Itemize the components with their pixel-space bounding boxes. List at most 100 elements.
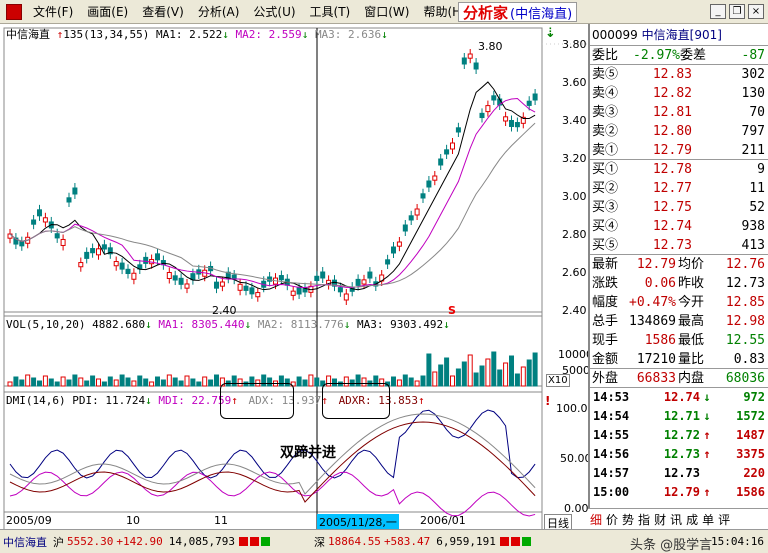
status-stock[interactable]: 中信海直 — [0, 534, 50, 550]
ma3-line — [9, 122, 536, 288]
candle-body — [166, 272, 172, 280]
stat-label: 今开 — [678, 295, 705, 310]
tick-volume: 220 — [743, 466, 765, 480]
volume-bar — [196, 381, 202, 387]
menu-file[interactable]: 文件(F) — [26, 1, 80, 23]
candle-body — [54, 233, 60, 239]
buy-price: 12.77 — [652, 181, 692, 196]
tab-trend[interactable]: 势 — [620, 511, 636, 528]
sz-volume: 6,959,191 — [436, 535, 496, 548]
volume-bar — [485, 358, 491, 387]
tab-finance[interactable]: 财 — [652, 511, 668, 528]
buy-label: 买③ — [592, 200, 619, 215]
menu-tools[interactable]: 工具(T) — [303, 1, 358, 23]
volume-bar — [184, 375, 190, 387]
stat-value: 12.55 — [725, 333, 765, 348]
vol-title: VOL(5,10,20) — [6, 318, 86, 331]
sz-change: +583.47 — [383, 535, 431, 548]
stat-value: 0.06 — [644, 276, 676, 291]
stat-row: 外盘 66833 内盘 68036 — [590, 369, 768, 388]
stat-row: 最新 12.79 均价 12.76 — [590, 255, 768, 274]
volume-bar — [214, 374, 219, 387]
buy-row: 买④ 12.74 938 — [590, 217, 768, 236]
candle-body — [391, 246, 396, 254]
candle-body — [278, 275, 284, 281]
candle-body — [249, 287, 255, 295]
candle-body — [131, 272, 137, 280]
vol-ma3: MA3: 9303.492 — [357, 318, 444, 331]
menu-formula[interactable]: 公式(U) — [246, 1, 302, 23]
high-price-label: 3.80 — [478, 40, 503, 53]
candle-body — [455, 127, 461, 133]
candle-body — [467, 53, 473, 59]
sz-index: 18864.55 — [327, 535, 381, 548]
download-icon[interactable]: ⇣ — [545, 26, 556, 41]
candle-body — [396, 241, 402, 247]
tick-list: 14:53 12.74 ↓ 972 14:54 12.71 ↓ 1572 14:55 12.7… — [590, 388, 768, 502]
sell-price: 12.82 — [652, 86, 692, 101]
buy-volume: 52 — [749, 200, 765, 215]
sell-volume: 302 — [741, 67, 765, 82]
volume-bar — [467, 354, 473, 387]
highlight-box-adx — [220, 383, 294, 419]
candle-body — [60, 238, 66, 246]
volume-bar — [60, 376, 66, 387]
volume-bar — [402, 374, 408, 387]
cursor-date-label: 2005/11/28,一 — [317, 514, 399, 530]
tick-price: 12.79 — [663, 485, 700, 499]
mdi-line — [9, 471, 536, 517]
candle-body — [432, 175, 438, 181]
brand-banner: 分析家 (中信海直) — [458, 2, 578, 22]
volume-bar — [302, 379, 308, 387]
tab-price[interactable]: 价 — [604, 511, 620, 528]
menu-screen[interactable]: 画面(E) — [80, 1, 135, 23]
tab-detail[interactable]: 细 — [588, 511, 604, 528]
volume-bar — [101, 381, 107, 387]
status-indicator — [499, 537, 509, 546]
vol-unit: X10 — [546, 374, 570, 387]
tick-row: 14:53 12.74 ↓ 972 — [590, 388, 768, 407]
sell-volume: 211 — [741, 143, 765, 158]
volume-bar — [7, 381, 13, 387]
tick-row: 15:00 12.79 ↑ 1586 — [590, 483, 768, 502]
minimize-button[interactable]: _ — [710, 4, 726, 19]
stat-label: 昨收 — [678, 276, 705, 291]
stat-label: 金额 — [592, 352, 619, 367]
tick-volume: 3375 — [736, 447, 765, 461]
candle-body — [178, 277, 184, 285]
restore-button[interactable]: ❐ — [729, 4, 745, 19]
exclaim-icon[interactable]: ! — [545, 394, 550, 408]
ma2-label: MA2: 2.559 — [235, 28, 302, 41]
candle-body — [355, 278, 361, 286]
candle-body — [37, 209, 42, 217]
candle-body — [219, 281, 225, 287]
tab-review[interactable]: 评 — [716, 511, 732, 528]
quote-panel: 000099 中信海直[901] 委比 -2.97% 委差 -87 卖⑤ 12.8… — [588, 24, 768, 529]
tick-time: 15:00 — [593, 485, 630, 499]
sell-label: 卖⑤ — [592, 67, 619, 82]
volume-bar — [66, 379, 72, 387]
volume-bar — [19, 379, 25, 387]
tab-deal[interactable]: 成 — [684, 511, 700, 528]
stat-value: 0.83 — [733, 352, 765, 367]
candle-body — [190, 273, 196, 281]
volume-bar — [503, 362, 509, 387]
tab-index[interactable]: 指 — [636, 511, 652, 528]
candle-body — [509, 119, 514, 127]
stock-code: 000099 — [592, 28, 638, 42]
price-tick: 2.80 — [562, 228, 587, 241]
candle-body — [42, 217, 48, 223]
menu-view[interactable]: 查看(V) — [135, 1, 191, 23]
tick-row: 14:56 12.73 ↑ 3375 — [590, 445, 768, 464]
volume-bar — [37, 380, 42, 387]
status-indicator — [260, 537, 270, 546]
close-button[interactable]: × — [748, 4, 764, 19]
tab-order[interactable]: 单 — [700, 511, 716, 528]
tab-news[interactable]: 讯 — [668, 511, 684, 528]
stat-value: 12.76 — [725, 257, 765, 272]
pdi-line — [9, 409, 536, 479]
highlight-box-adxr — [322, 383, 390, 419]
menu-window[interactable]: 窗口(W) — [357, 1, 416, 23]
sh-change: +142.90 — [116, 535, 163, 548]
menu-analysis[interactable]: 分析(A) — [191, 1, 247, 23]
